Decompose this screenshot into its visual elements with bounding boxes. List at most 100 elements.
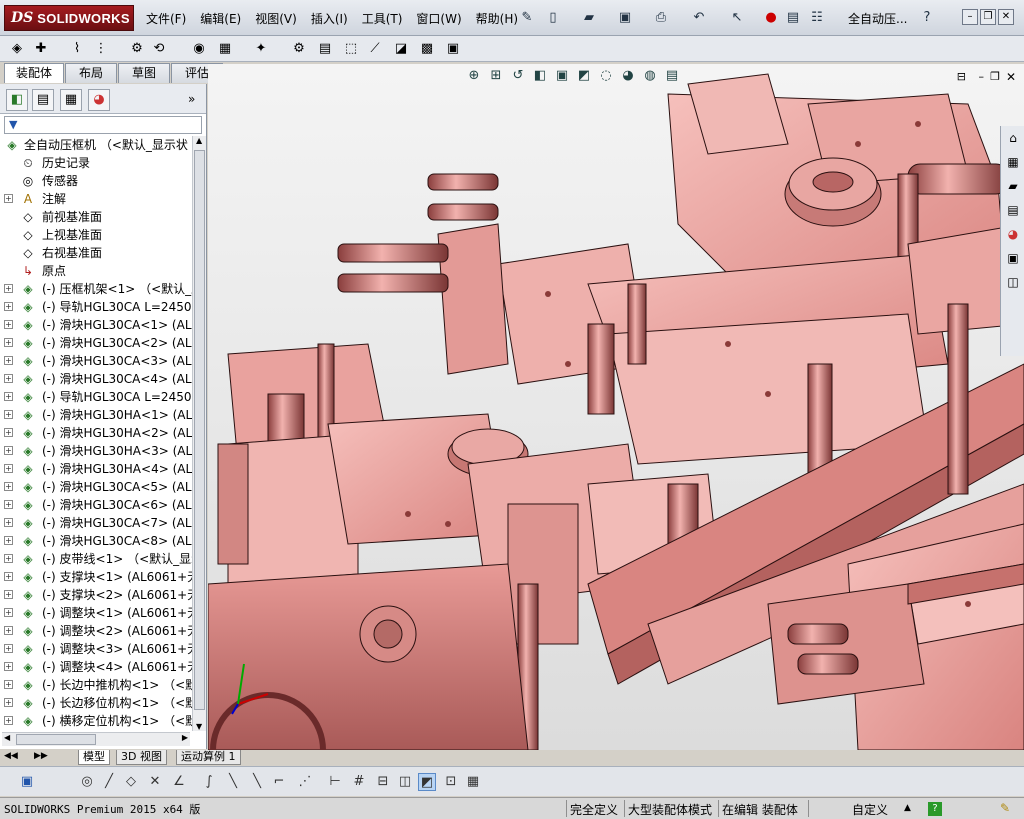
tree-filter-input[interactable]: ▼ [4,116,202,134]
menu-tools[interactable]: 工具(T) [362,10,403,27]
expand-icon[interactable]: + [4,590,13,599]
file-explorer-icon[interactable]: ▰ [1003,176,1023,196]
tab-3d-view[interactable]: 3D 视图 [116,750,167,765]
select-icon[interactable]: ↖ [728,9,746,27]
scroll-left-icon[interactable]: ◀ [4,733,10,742]
expand-icon[interactable]: + [4,446,13,455]
assembly-model-render[interactable] [208,64,1024,750]
expand-icon[interactable]: + [4,680,13,689]
restore-icon[interactable]: ❐ [980,9,996,25]
tab-model[interactable]: 模型 [78,750,110,765]
centerline-icon[interactable]: ╲ [224,773,242,791]
new-motion-study-icon[interactable]: ⚙ [290,40,308,58]
tree-item[interactable]: + ◈ (-) 支撑块<2> (AL6061+无色 [2,586,192,604]
tree-root[interactable]: ◈ 全自动压框机 （<默认_显示状 [2,136,192,154]
expand-icon[interactable]: + [4,608,13,617]
custom-properties-icon[interactable]: ▣ [1003,248,1023,268]
expand-icon[interactable]: + [4,464,13,473]
tree-item[interactable]: + ◈ (-) 支撑块<1> (AL6061+无色 [2,568,192,586]
help-status-icon[interactable]: ? [928,802,942,816]
dimension-icon[interactable]: ⊢ [326,773,344,791]
viewport-tile-icon[interactable]: ⊟ [957,70,966,83]
insert-component-icon[interactable]: ✚ [32,40,50,58]
tree-item[interactable]: + ◈ (-) 滑块HGL30CA<3> (AL606 [2,352,192,370]
display-manager-tab-icon[interactable]: ◕ [88,89,110,111]
dotted-corner-icon[interactable]: ⋰ [296,773,314,791]
shaded-icon[interactable]: ◩ [418,773,436,791]
mate-icon[interactable]: ⌇ [68,40,86,58]
explode-line-sketch-icon[interactable]: ⟋ [366,40,384,58]
graphics-area[interactable]: ⊕ ⊞ ↺ ◧ ▣ ◩ ◌ ◕ ◍ ▤ ⊟ – ❐ ✕ ⌂ ▦ ▰ ▤ ◕ ▣ … [208,64,1024,750]
expand-panel-icon[interactable]: » [188,92,195,106]
tree-item[interactable]: + ◈ (-) 皮带线<1> （<默认_显示 [2,550,192,568]
line-icon[interactable]: ╱ [100,773,118,791]
minimize-icon[interactable]: – [962,9,978,25]
tree-item[interactable]: + A 注解 [2,190,192,208]
menu-insert[interactable]: 插入(I) [311,10,348,27]
tree-item[interactable]: + ◈ (-) 调整块<3> (AL6061+无色 [2,640,192,658]
tree-item[interactable]: ◇ 右视基准面 [2,244,192,262]
tree-item[interactable]: + ◈ (-) 滑块HGL30CA<7> (AL606 [2,514,192,532]
tree-item[interactable]: ◇ 上视基准面 [2,226,192,244]
expand-icon[interactable]: + [4,500,13,509]
tree-hscroll-thumb[interactable] [16,734,96,745]
save-icon[interactable]: ▣ [616,9,634,27]
lock-icon[interactable]: ⊡ [442,773,460,791]
print-icon[interactable]: ⎙ [652,9,670,27]
expand-icon[interactable]: + [4,410,13,419]
menu-window[interactable]: 窗口(W) [416,10,461,27]
file-properties-icon[interactable]: ▤ [784,9,802,27]
show-hidden-icon[interactable]: ◉ [190,40,208,58]
tree-vertical-scrollbar[interactable]: ▲ ▼ [192,136,206,731]
tree-horizontal-scrollbar[interactable]: ◀ ▶ [2,732,190,746]
tree-item[interactable]: + ◈ (-) 滑块HGL30CA<5> (AL606 [2,478,192,496]
expand-icon[interactable]: + [4,662,13,671]
design-library-icon[interactable]: ▦ [1003,152,1023,172]
tree-item[interactable]: + ◈ (-) 滑块HGL30HA<1> (AL606 [2,406,192,424]
box-icon[interactable]: ◫ [396,773,414,791]
expand-icon[interactable]: + [4,698,13,707]
viewport-close-icon[interactable]: ✕ [1006,70,1016,84]
pin-icon[interactable]: ✎ [518,9,536,27]
expand-icon[interactable]: + [4,536,13,545]
solidworks-logo[interactable]: DS SOLIDWORKS [4,5,134,31]
view-palette-icon[interactable]: ▤ [1003,200,1023,220]
trim-icon[interactable]: ✕ [146,773,164,791]
section-icon[interactable]: ⊟ [374,773,392,791]
expand-icon[interactable]: + [4,482,13,491]
undo-icon[interactable]: ↶ [690,9,708,27]
tree-item[interactable]: + ◈ (-) 滑块HGL30CA<6> (AL606 [2,496,192,514]
status-units[interactable]: 自定义 [852,801,888,818]
tab-scroll-left-icon[interactable]: ◀◀ [4,751,18,761]
tree-item[interactable]: + ◈ (-) 导轨HGL30CA L=2450<1 [2,298,192,316]
tab-sketch[interactable]: 草图 [118,63,171,83]
menu-view[interactable]: 视图(V) [255,10,297,27]
expand-icon[interactable]: + [4,302,13,311]
tree-item[interactable]: ◎ 传感器 [2,172,192,190]
expand-icon[interactable]: + [4,194,13,203]
notification-icon[interactable]: ✎ [1000,801,1010,815]
corner-icon[interactable]: ⌐ [270,773,288,791]
menu-file[interactable]: 文件(F) [146,10,186,27]
tree-item[interactable]: + ◈ (-) 滑块HGL30CA<8> (AL606 [2,532,192,550]
tab-assembly[interactable]: 装配体 [4,63,65,83]
angle-icon[interactable]: ∠ [170,773,188,791]
help-icon[interactable]: ? [918,9,936,27]
tab-motion-study[interactable]: 运动算例 1 [176,750,241,765]
hide-show-items-icon[interactable]: ◌ [595,68,617,88]
tree-item[interactable]: + ◈ (-) 调整块<2> (AL6061+无色 [2,622,192,640]
expand-icon[interactable]: + [4,392,13,401]
tree-item[interactable]: + ◈ (-) 调整块<1> (AL6061+无色 [2,604,192,622]
expand-icon[interactable]: + [4,356,13,365]
expand-icon[interactable]: + [4,428,13,437]
expand-icon[interactable]: + [4,284,13,293]
take-snapshot-icon[interactable]: ▣ [444,40,462,58]
rebuild-icon[interactable]: ● [762,9,780,27]
tree-item[interactable]: + ◈ (-) 长边中推机构<1> （<默 [2,676,192,694]
grid-icon[interactable]: # [350,773,368,791]
expand-icon[interactable]: + [4,554,13,563]
tree-item[interactable]: + ◈ (-) 滑块HGL30HA<4> (AL606 [2,460,192,478]
tree-item[interactable]: + ◈ (-) 长边移位机构<1> （<默 [2,694,192,712]
tree-item[interactable]: + ◈ (-) 滑块HGL30HA<2> (AL606 [2,424,192,442]
zoom-to-fit-icon[interactable]: ⊕ [463,68,485,88]
